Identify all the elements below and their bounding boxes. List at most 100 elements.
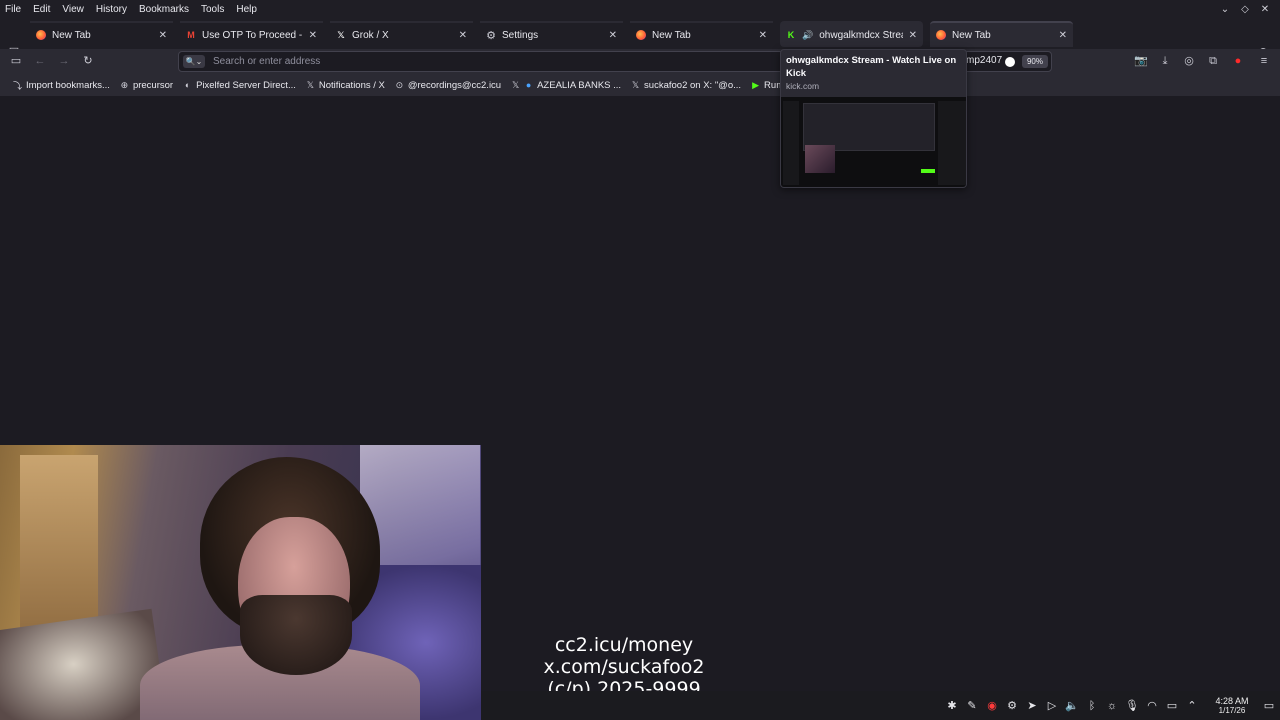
firefox-icon bbox=[36, 30, 46, 40]
menu-tools[interactable]: Tools bbox=[195, 0, 230, 19]
taskbar: ✱ ✎ ◉ ⚙ ➤ ▷ 🔈 ᛒ ☼ 🎙 ◠ ▭ ⌃ 4:28 AM 1/17/2… bbox=[481, 691, 1280, 720]
screenshot-icon[interactable]: 📷 bbox=[1134, 54, 1148, 68]
search-engine-icon[interactable]: 🔍⌄ bbox=[183, 55, 205, 68]
telegram-icon[interactable]: ➤ bbox=[1022, 699, 1042, 712]
volume-icon[interactable]: 🔈 bbox=[1062, 699, 1082, 712]
import-icon: ⤵ bbox=[13, 80, 23, 91]
overlay-line-1: cc2.icu/money bbox=[554, 634, 694, 656]
window-controls: ⌄ ◇ ✕ bbox=[1220, 0, 1270, 19]
clock-date: 1/17/26 bbox=[1218, 705, 1246, 715]
mastodon-icon: ⊙ bbox=[395, 79, 404, 90]
thumb-sidebar bbox=[783, 101, 799, 185]
tab-new-tab-2[interactable]: New Tab ✕ bbox=[630, 21, 773, 47]
record-icon[interactable]: ◉ bbox=[982, 699, 1002, 712]
firefox-icon bbox=[936, 30, 946, 40]
restore-icon[interactable]: ◇ bbox=[1240, 4, 1250, 15]
speaker-icon[interactable]: 🔊 bbox=[802, 30, 813, 41]
tab-label: New Tab bbox=[52, 29, 91, 41]
close-tab-icon[interactable]: ✕ bbox=[159, 30, 167, 41]
zoom-level-badge[interactable]: 90% bbox=[1022, 55, 1048, 68]
bookmark-azealia[interactable]: 𝕏 ● AZEALIA BANKS ... bbox=[506, 80, 626, 91]
globe-emoji-icon: ● bbox=[525, 80, 532, 90]
tab-new-tab-3[interactable]: New Tab ✕ bbox=[930, 21, 1073, 47]
close-tab-icon[interactable]: ✕ bbox=[609, 30, 617, 41]
obs-icon[interactable]: ✱ bbox=[942, 699, 962, 712]
reload-icon[interactable]: ↻ bbox=[81, 54, 95, 68]
preview-title: ohwgalkmdcx Stream - Watch Live on Kick bbox=[786, 55, 957, 79]
menu-bar: File Edit View History Bookmarks Tools H… bbox=[0, 0, 1280, 19]
extensions-icon[interactable]: ⧉ bbox=[1206, 54, 1220, 68]
taskbar-clock[interactable]: 4:28 AM 1/17/26 bbox=[1206, 696, 1258, 716]
sidebar-icon[interactable]: ▭ bbox=[9, 54, 23, 68]
bookmarks-toolbar: ⤵ Import bookmarks... ⊕ precursor ◐ Pixe… bbox=[0, 74, 1280, 96]
bookmark-suckafoo2[interactable]: 𝕏 suckafoo2 on X: "@o... bbox=[626, 80, 746, 91]
pen-icon[interactable]: ✎ bbox=[962, 699, 982, 712]
play-icon[interactable]: ▷ bbox=[1042, 699, 1062, 712]
menu-help[interactable]: Help bbox=[230, 0, 263, 19]
address-input[interactable] bbox=[213, 53, 713, 70]
navigation-bar: ▭ ← → ↻ 🔍⌄ mp2407 90% 📷 ⤓ ◎ ⧉ ● ≡ bbox=[0, 49, 1280, 74]
tab-settings[interactable]: ⚙ Settings ✕ bbox=[480, 21, 623, 47]
bookmark-label: AZEALIA BANKS ... bbox=[537, 79, 622, 91]
firefox-icon bbox=[636, 30, 646, 40]
minimize-icon[interactable]: ⌄ bbox=[1220, 4, 1230, 15]
tab-label: New Tab bbox=[952, 29, 991, 41]
back-icon[interactable]: ← bbox=[33, 54, 47, 68]
bookmark-label: precursor bbox=[132, 79, 174, 91]
toggle-icon[interactable] bbox=[1005, 57, 1015, 67]
address-tail-text: mp2407 bbox=[966, 55, 1003, 66]
close-tab-icon[interactable]: ✕ bbox=[1059, 30, 1067, 41]
menu-history[interactable]: History bbox=[90, 0, 133, 19]
bookmark-precursor[interactable]: ⊕ precursor bbox=[115, 80, 178, 91]
thumb-accent bbox=[921, 169, 935, 173]
bookmark-import[interactable]: ⤵ Import bookmarks... bbox=[8, 79, 115, 92]
preview-thumbnail bbox=[781, 97, 966, 187]
globe-icon: ⊕ bbox=[120, 79, 129, 90]
tab-label: Settings bbox=[502, 29, 539, 41]
forward-icon[interactable]: → bbox=[57, 54, 71, 68]
close-tab-icon[interactable]: ✕ bbox=[309, 30, 317, 41]
x-icon: 𝕏 bbox=[511, 79, 520, 90]
gmail-icon: M bbox=[187, 30, 195, 40]
ublock-icon[interactable]: ● bbox=[1231, 54, 1245, 68]
bookmark-recordings[interactable]: ⊙ @recordings@cc2.icu bbox=[390, 80, 506, 91]
menu-bookmarks[interactable]: Bookmarks bbox=[133, 0, 195, 19]
kick-icon: K bbox=[787, 30, 795, 40]
wifi-icon[interactable]: ◠ bbox=[1142, 699, 1162, 712]
battery-icon[interactable]: ▭ bbox=[1162, 699, 1182, 712]
preview-domain: kick.com bbox=[786, 81, 820, 91]
menu-edit[interactable]: Edit bbox=[27, 0, 56, 19]
webcam-door bbox=[20, 455, 98, 645]
account-icon[interactable]: ◎ bbox=[1182, 54, 1196, 68]
bookmark-pixelfed[interactable]: ◐ Pixelfed Server Direct... bbox=[178, 80, 301, 91]
menu-file[interactable]: File bbox=[0, 0, 27, 19]
tab-grok[interactable]: 𝕏 Grok / X ✕ bbox=[330, 21, 473, 47]
tab-new-tab-1[interactable]: New Tab ✕ bbox=[30, 21, 173, 47]
show-desktop-icon[interactable]: ▭ bbox=[1258, 699, 1280, 712]
bluetooth-icon[interactable]: ᛒ bbox=[1082, 700, 1102, 712]
tab-label: Use OTP To Proceed - p202 bbox=[202, 29, 303, 41]
menu-view[interactable]: View bbox=[56, 0, 90, 19]
close-window-icon[interactable]: ✕ bbox=[1260, 4, 1270, 15]
close-tab-icon[interactable]: ✕ bbox=[909, 30, 917, 41]
tab-gmail-otp[interactable]: M Use OTP To Proceed - p202 ✕ bbox=[180, 21, 323, 47]
close-tab-icon[interactable]: ✕ bbox=[459, 30, 467, 41]
menu-hamburger-icon[interactable]: ≡ bbox=[1257, 54, 1271, 68]
webcam-feed bbox=[0, 445, 481, 720]
microphone-icon[interactable]: 🎙 bbox=[1122, 699, 1142, 712]
brightness-icon[interactable]: ☼ bbox=[1102, 700, 1122, 712]
tab-kick-stream[interactable]: K 🔊 ohwgalkmdcx Stream ✕ bbox=[780, 21, 923, 47]
x-icon: 𝕏 bbox=[306, 79, 314, 90]
download-icon[interactable]: ⤓ bbox=[1158, 54, 1172, 68]
bookmark-notifications-x[interactable]: 𝕏 Notifications / X bbox=[301, 80, 390, 91]
bookmark-label: suckafoo2 on X: "@o... bbox=[644, 79, 742, 91]
clock-time: 4:28 AM bbox=[1215, 695, 1249, 706]
steam-icon[interactable]: ⚙ bbox=[1002, 699, 1022, 712]
thumb-chat bbox=[938, 101, 966, 185]
bookmark-label: Notifications / X bbox=[318, 79, 385, 91]
close-tab-icon[interactable]: ✕ bbox=[759, 30, 767, 41]
chevron-up-icon[interactable]: ⌃ bbox=[1182, 699, 1202, 712]
bookmark-label: @recordings@cc2.icu bbox=[407, 79, 502, 91]
webcam-person-beard bbox=[240, 595, 352, 675]
thumb-main bbox=[803, 103, 935, 151]
